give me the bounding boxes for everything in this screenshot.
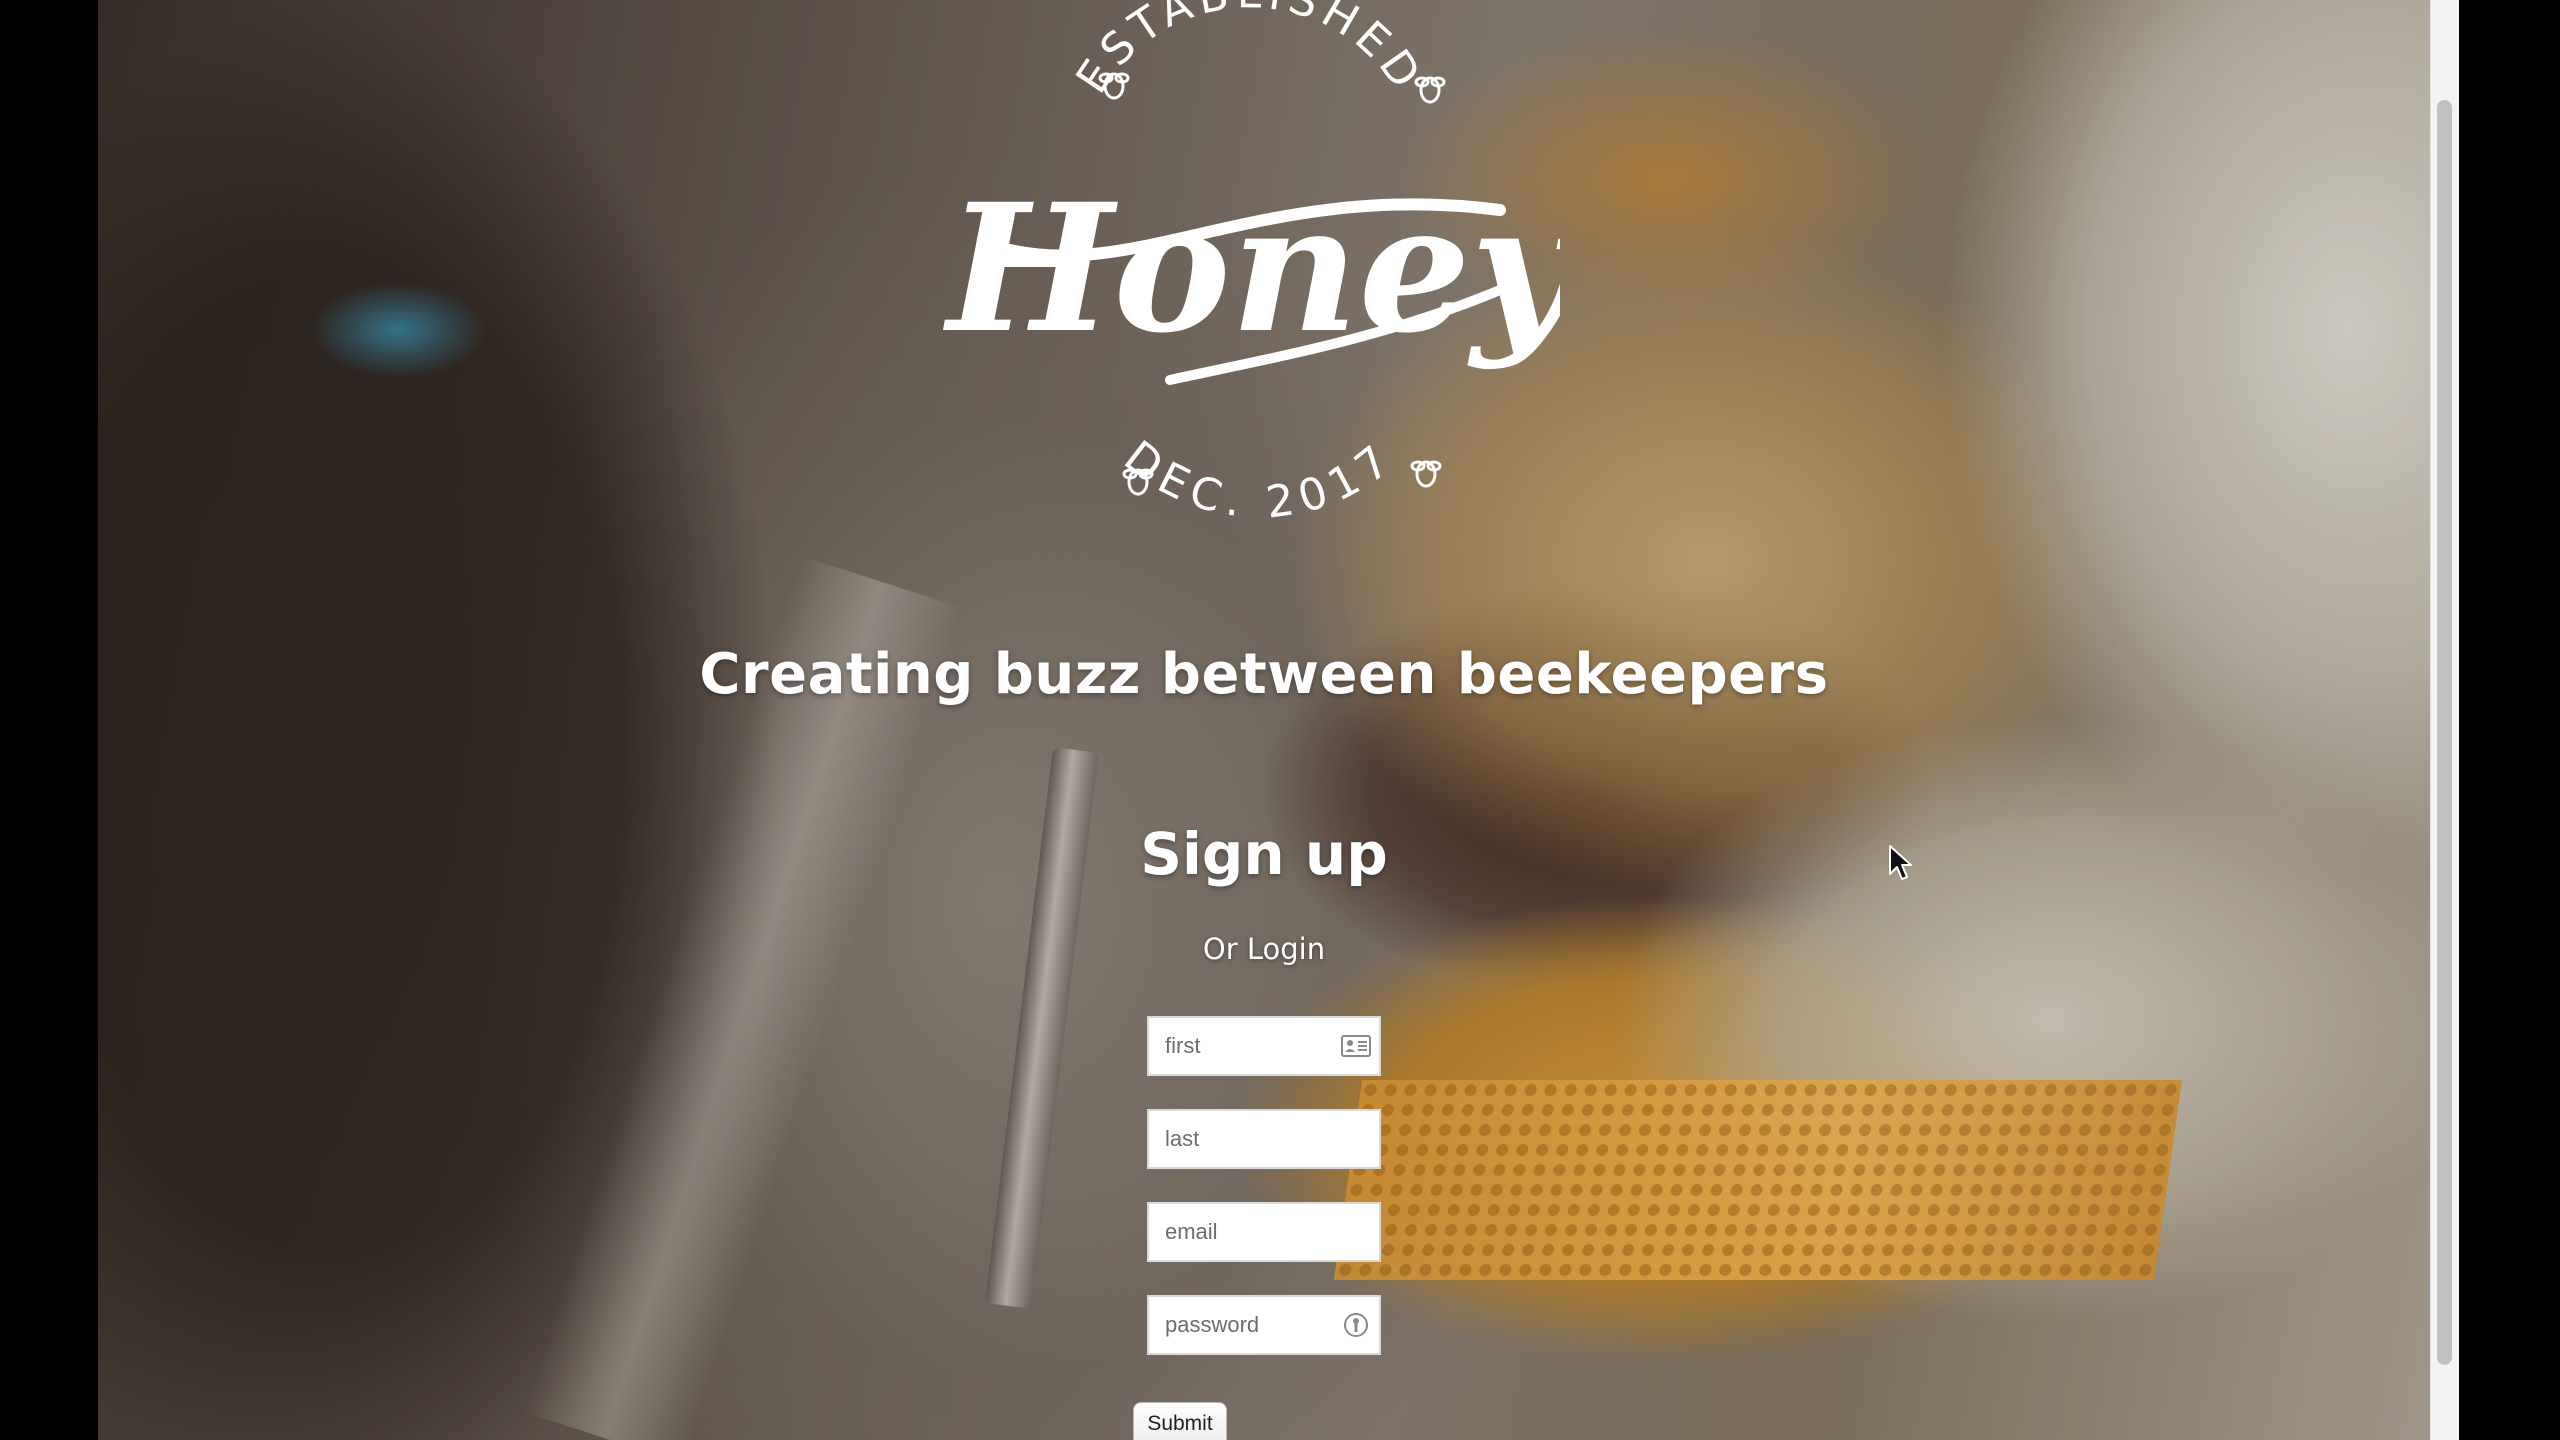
contact-card-icon[interactable] xyxy=(1341,1032,1371,1060)
logo-date-arc: DEC. 2017 xyxy=(1115,431,1398,529)
logo-script-wordmark: Honey xyxy=(942,165,1560,372)
bee-icon xyxy=(1410,460,1442,488)
submit-button[interactable]: Submit xyxy=(1133,1402,1227,1440)
password-key-icon[interactable] xyxy=(1341,1311,1371,1339)
honeycomb-sheet xyxy=(1333,1080,2183,1280)
hero-tagline: Creating buzz between beekeepers xyxy=(699,642,1829,707)
login-link[interactable]: Or Login xyxy=(1180,932,1348,966)
signup-heading: Sign up xyxy=(1140,820,1388,888)
email-field[interactable] xyxy=(1147,1202,1381,1262)
last-name-input[interactable] xyxy=(1149,1111,1379,1167)
mouse-pointer-icon xyxy=(1889,845,1912,880)
scrollbar-thumb[interactable] xyxy=(2437,100,2452,1365)
first-name-field[interactable] xyxy=(1147,1016,1381,1076)
app-window: ESTABLISHED DEC. 2017 xyxy=(0,0,2560,1440)
vertical-scrollbar[interactable] xyxy=(2430,0,2459,1440)
last-name-field[interactable] xyxy=(1147,1109,1381,1169)
password-field[interactable] xyxy=(1147,1295,1381,1355)
svg-text:DEC. 2017: DEC. 2017 xyxy=(1115,431,1406,529)
honey-logo: ESTABLISHED DEC. 2017 xyxy=(940,0,1560,560)
email-input[interactable] xyxy=(1149,1204,1379,1260)
